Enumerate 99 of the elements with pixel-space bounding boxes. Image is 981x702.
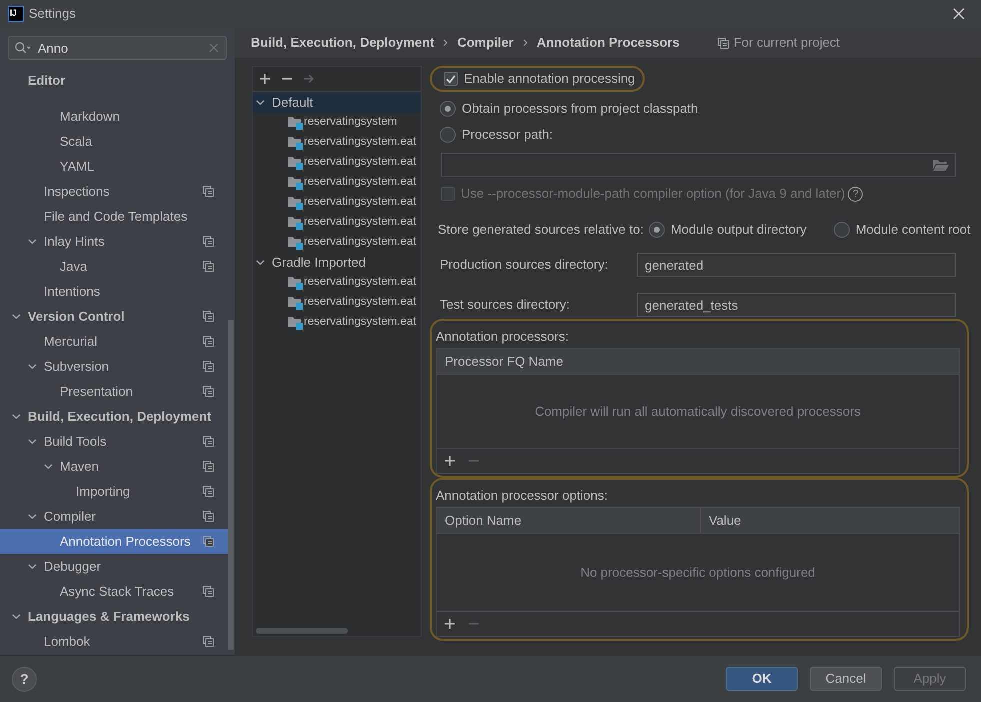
sidebar-item[interactable]: Annotation Processors [0, 529, 228, 554]
module-icon [288, 236, 303, 250]
column-header[interactable]: Processor FQ Name [437, 349, 959, 374]
sidebar-item[interactable]: Mercurial [0, 329, 228, 354]
sidebar-item[interactable]: Subversion [0, 354, 228, 379]
module-item[interactable]: reservatingsystem.eat [253, 273, 421, 293]
module-item[interactable]: reservatingsystem.eat [253, 133, 421, 153]
chevron-down-icon[interactable] [12, 314, 21, 320]
sidebar-item[interactable]: Presentation [0, 379, 228, 404]
chevron-right-icon [443, 39, 448, 47]
breadcrumb-item[interactable]: Annotation Processors [536, 33, 680, 53]
chevron-down-icon[interactable] [12, 614, 21, 620]
sidebar-item[interactable]: Build, Execution, Deployment [0, 404, 228, 429]
module-item[interactable]: reservatingsystem.eat [253, 173, 421, 193]
help-button[interactable]: ? [12, 666, 37, 692]
sidebar-item[interactable]: Java [0, 254, 228, 279]
checkbox[interactable] [444, 72, 458, 86]
sidebar-item[interactable]: Version Control [0, 304, 228, 329]
module-item[interactable]: reservatingsystem.eat [253, 213, 421, 233]
section-title: Annotation processors: [436, 328, 570, 346]
text-field[interactable]: generated_tests [637, 293, 956, 317]
search-field[interactable]: Anno [8, 36, 227, 60]
close-icon[interactable] [953, 8, 965, 20]
module-item[interactable]: reservatingsystem.eat [253, 313, 421, 333]
sidebar-item[interactable]: Inlay Hints [0, 229, 228, 254]
section-title: Annotation processor options: [436, 487, 609, 505]
sidebar-item[interactable]: Languages & Frameworks [0, 604, 228, 629]
chevron-down-icon[interactable] [28, 438, 37, 444]
chevron-down-icon[interactable] [28, 514, 37, 520]
scrollbar-thumb[interactable] [228, 320, 234, 650]
module-icon [288, 276, 303, 290]
field-label: Test sources directory: [440, 296, 572, 314]
breadcrumb-item[interactable]: Build, Execution, Deployment [251, 33, 434, 53]
module-icon [288, 156, 303, 170]
module-icon [288, 116, 303, 130]
scope-label: For current project [734, 34, 840, 52]
search-icon[interactable] [15, 42, 31, 54]
module-icon [288, 196, 303, 210]
radio-label: Processor path: [462, 126, 554, 144]
column-header[interactable]: Value [701, 508, 959, 533]
module-icon [288, 136, 303, 150]
add-icon[interactable] [444, 455, 456, 467]
sidebar-item[interactable]: Lombok [0, 629, 228, 654]
add-icon[interactable] [259, 73, 271, 85]
sidebar-item[interactable]: File and Code Templates [0, 204, 228, 229]
chevron-down-icon[interactable] [28, 364, 37, 370]
sidebar-item[interactable]: Importing [0, 479, 228, 504]
sidebar-item[interactable]: YAML [0, 154, 228, 179]
checkbox-label: Enable annotation processing [464, 70, 636, 88]
chevron-down-icon[interactable] [28, 564, 37, 570]
radio-button[interactable] [834, 222, 850, 238]
radio-label: Obtain processors from project classpath [462, 100, 698, 118]
profile-item[interactable]: Default [253, 93, 421, 113]
sidebar-item[interactable]: Compiler [0, 504, 228, 529]
chevron-down-icon[interactable] [256, 260, 265, 266]
sidebar-item[interactable]: Scala [0, 129, 228, 154]
module-icon [288, 216, 303, 230]
add-icon[interactable] [444, 618, 456, 630]
sidebar-item[interactable]: Maven [0, 454, 228, 479]
empty-message: Compiler will run all automatically discovered processors [535, 402, 861, 421]
radio-button[interactable] [648, 222, 665, 238]
sidebar-item[interactable]: Intentions [0, 279, 228, 304]
module-item[interactable]: reservatingsystem.eat [253, 293, 421, 313]
module-icon [288, 296, 303, 310]
module-item[interactable]: reservatingsystem.eat [253, 153, 421, 173]
field-label: Production sources directory: [440, 256, 610, 274]
radio-label: Module content root [856, 221, 971, 240]
module-icon [288, 316, 303, 330]
breadcrumb-item[interactable]: Compiler [457, 33, 514, 53]
column-header[interactable]: Option Name [437, 508, 701, 533]
module-icon [288, 176, 303, 190]
radio-button[interactable] [440, 101, 456, 117]
chevron-down-icon[interactable] [12, 414, 21, 420]
profile-item[interactable]: Gradle Imported [253, 253, 421, 273]
sidebar-item[interactable]: Build Tools [0, 429, 228, 454]
scrollbar-thumb[interactable] [256, 628, 348, 634]
app-logo: IJ [8, 6, 24, 22]
sidebar-item[interactable]: Async Stack Traces [0, 579, 228, 604]
chevron-down-icon[interactable] [28, 238, 37, 244]
chevron-down-icon[interactable] [256, 100, 265, 106]
field-label: Store generated sources relative to: [438, 221, 644, 240]
sidebar-item[interactable]: Editor [0, 68, 228, 93]
radio-button[interactable] [440, 127, 456, 143]
project-scope-icon [718, 38, 729, 48]
radio-label: Module output directory [670, 221, 807, 240]
window-title: Settings [29, 5, 76, 24]
text-field[interactable]: generated [637, 253, 956, 277]
empty-message: No processor-specific options configured [580, 564, 816, 582]
checkbox-label: Use --processor-module-path compiler option (for Java 9 and later) [461, 185, 846, 204]
module-item[interactable]: reservatingsystem.eat [253, 233, 421, 253]
module-item[interactable]: reservatingsystem [253, 113, 421, 133]
sidebar-item[interactable]: Inspections [0, 179, 228, 204]
chevron-right-icon [522, 39, 528, 47]
chevron-down-icon[interactable] [44, 464, 53, 470]
dialog-button[interactable]: Cancel [810, 667, 882, 691]
sidebar-item[interactable]: Debugger [0, 554, 228, 579]
ok-button[interactable]: OK [726, 667, 798, 691]
module-item[interactable]: reservatingsystem.eat [253, 193, 421, 213]
sidebar-item[interactable]: Markdown [0, 104, 228, 129]
